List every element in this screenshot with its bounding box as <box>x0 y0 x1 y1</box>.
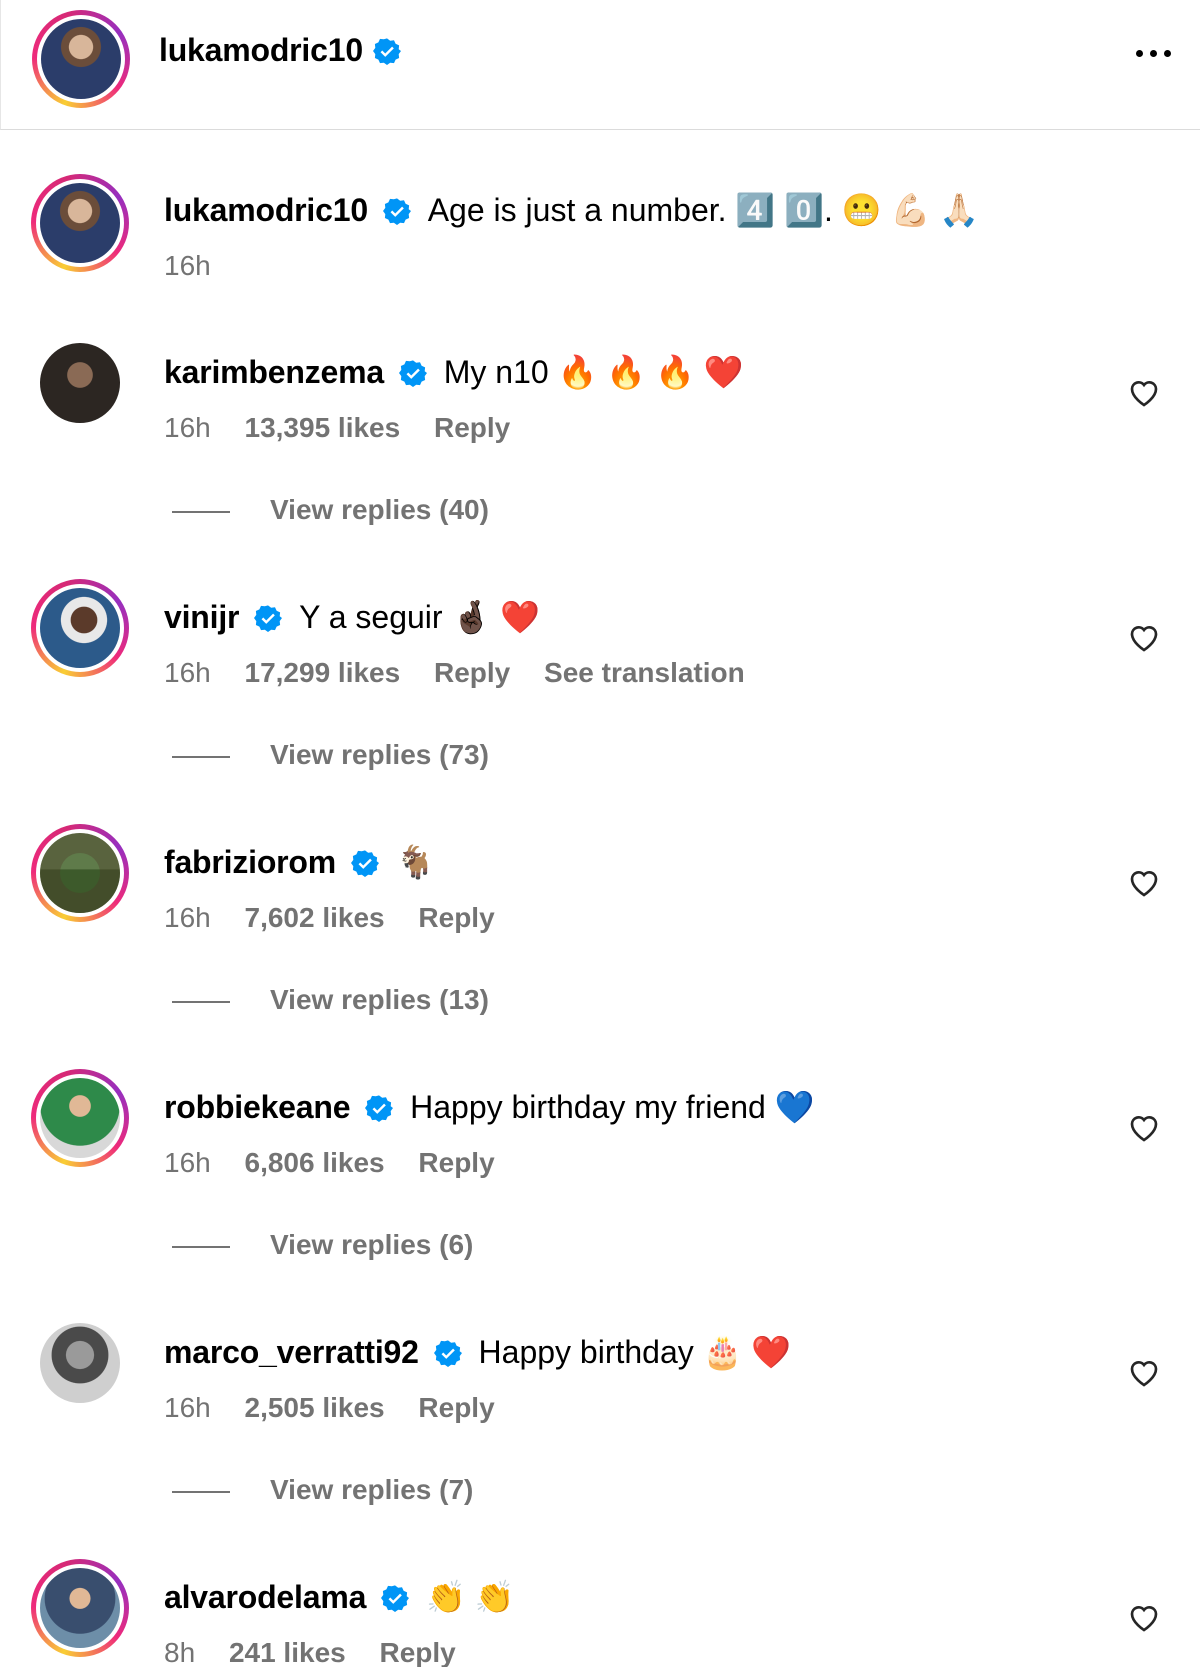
comment-username[interactable]: marco_verratti92 <box>164 1334 419 1370</box>
heart-icon[interactable] <box>1128 1603 1160 1633</box>
author-avatar[interactable] <box>32 10 130 108</box>
verified-badge-icon <box>254 605 283 632</box>
verified-badge-icon <box>398 360 427 387</box>
comment-username[interactable]: vinijr <box>164 599 239 635</box>
verified-badge-icon <box>381 1585 410 1612</box>
author-username[interactable]: lukamodric10 <box>159 32 363 68</box>
reply-button[interactable]: Reply <box>418 902 494 933</box>
heart-icon[interactable] <box>1128 1113 1160 1143</box>
caption-username[interactable]: lukamodric10 <box>164 192 368 228</box>
comment-text: 🐐 <box>395 844 436 880</box>
comment-likes[interactable]: 7,602 likes <box>245 902 385 933</box>
comment-time: 16h <box>164 1147 211 1178</box>
commenter-avatar[interactable] <box>31 579 129 677</box>
comment-time: 8h <box>164 1637 196 1667</box>
comment-text: Happy birthday my friend 💙 <box>410 1089 815 1125</box>
comment-username[interactable]: robbiekeane <box>164 1089 351 1125</box>
caption-text: Age is just a number. 4️⃣ 0️⃣. 😬 💪🏻 🙏🏻 <box>427 192 980 228</box>
view-replies-button[interactable]: View replies (6) <box>172 1229 473 1261</box>
verified-badge-icon <box>350 850 379 877</box>
commenter-avatar[interactable] <box>31 1559 129 1657</box>
heart-icon[interactable] <box>1128 623 1160 653</box>
author-avatar[interactable] <box>31 174 129 272</box>
comment-time: 16h <box>164 1392 211 1423</box>
heart-icon[interactable] <box>1128 378 1160 408</box>
reply-button[interactable]: Reply <box>434 657 510 688</box>
reply-button[interactable]: Reply <box>380 1637 456 1667</box>
caption-time: 16h <box>164 250 211 281</box>
comment-time: 16h <box>164 412 211 443</box>
view-replies-button[interactable]: View replies (13) <box>172 984 489 1016</box>
comment-likes[interactable]: 241 likes <box>229 1637 346 1667</box>
view-replies-button[interactable]: View replies (7) <box>172 1474 473 1506</box>
comment-username[interactable]: alvarodelama <box>164 1579 366 1615</box>
verified-badge-icon <box>433 1340 462 1367</box>
comment-likes[interactable]: 13,395 likes <box>245 412 401 443</box>
view-replies-button[interactable]: View replies (73) <box>172 739 489 771</box>
comment-text: Happy birthday 🎂 ❤️ <box>478 1334 792 1370</box>
more-options-icon[interactable] <box>1130 38 1176 68</box>
comment-likes[interactable]: 2,505 likes <box>245 1392 385 1423</box>
comment-likes[interactable]: 6,806 likes <box>245 1147 385 1178</box>
commenter-avatar[interactable] <box>31 334 129 432</box>
comment-time: 16h <box>164 657 211 688</box>
post-header: lukamodric10 <box>0 0 1200 130</box>
verified-badge-icon <box>365 1095 394 1122</box>
commenter-avatar[interactable] <box>31 824 129 922</box>
heart-icon[interactable] <box>1128 868 1160 898</box>
comment-likes[interactable]: 17,299 likes <box>245 657 401 688</box>
comment-username[interactable]: karimbenzema <box>164 354 384 390</box>
comment-username[interactable]: fabriziorom <box>164 844 336 880</box>
comment-time: 16h <box>164 902 211 933</box>
reply-button[interactable]: Reply <box>418 1392 494 1423</box>
verified-badge-icon <box>382 198 411 225</box>
comment-text: Y a seguir 🤞🏿 ❤️ <box>299 599 541 635</box>
heart-icon[interactable] <box>1128 1358 1160 1388</box>
reply-button[interactable]: Reply <box>418 1147 494 1178</box>
comment-text: 👏 👏 <box>425 1579 515 1615</box>
reply-button[interactable]: Reply <box>434 412 510 443</box>
verified-badge-icon <box>373 38 402 65</box>
view-replies-button[interactable]: View replies (40) <box>172 494 489 526</box>
commenter-avatar[interactable] <box>31 1069 129 1167</box>
commenter-avatar[interactable] <box>31 1314 129 1412</box>
comment-text: My n10 🔥 🔥 🔥 ❤️ <box>443 354 744 390</box>
see-translation-button[interactable]: See translation <box>544 657 745 688</box>
